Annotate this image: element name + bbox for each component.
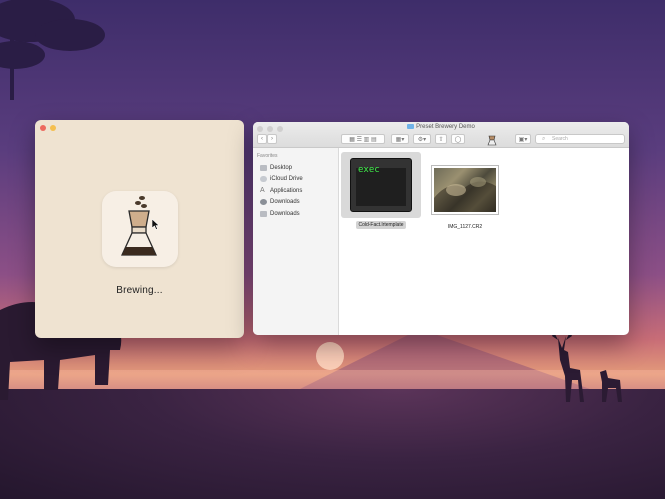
mouse-cursor-icon — [152, 219, 160, 230]
view-switcher[interactable]: ▦ ☰ ▥ ▤ — [341, 134, 385, 144]
downloads-icon — [260, 199, 267, 206]
search-icon: ⌕ — [542, 136, 546, 142]
finder-sidebar: Favorites Desktop iCloud Drive A Applica… — [253, 148, 339, 335]
sidebar-item-label: iCloud Drive — [270, 176, 303, 183]
desktop-icon — [260, 164, 267, 171]
cloud-icon — [260, 176, 267, 183]
minimize-button[interactable] — [50, 125, 56, 131]
tree-silhouette — [0, 0, 105, 100]
brewing-status: Brewing... — [116, 285, 163, 296]
forward-button[interactable]: › — [267, 134, 277, 144]
window-controls — [40, 125, 56, 131]
terminal-dropdown[interactable]: ▣▾ — [515, 134, 531, 144]
finder-toolbar: Preset Brewery Demo ‹ › ▦ ☰ ▥ ▤ ▦▾ ⚙▾ ⇧ … — [253, 122, 629, 148]
folder-icon — [407, 124, 415, 129]
action-button[interactable]: ⚙▾ — [413, 134, 431, 144]
search-input[interactable]: ⌕ Search — [535, 134, 625, 144]
sidebar-item-desktop[interactable]: Desktop — [253, 162, 338, 174]
sidebar-item-label: Downloads — [270, 199, 300, 206]
applications-icon: A — [260, 186, 265, 194]
back-button[interactable]: ‹ — [257, 134, 267, 144]
sidebar-item-icloud-drive[interactable]: iCloud Drive — [253, 174, 338, 186]
sidebar-item-applications[interactable]: A Applications — [253, 185, 338, 197]
photo-thumbnail-icon — [432, 166, 498, 214]
window-title-text: Preset Brewery Demo — [416, 124, 475, 131]
sidebar-heading: Favorites — [257, 153, 278, 159]
sidebar-item-label: Applications — [270, 187, 303, 194]
arrange-button[interactable]: ▦▾ — [391, 134, 409, 144]
close-button[interactable] — [40, 125, 46, 131]
file-thumbnail: exec — [341, 152, 421, 218]
sidebar-item-downloads[interactable]: Downloads — [253, 197, 338, 209]
app-shortcut-icon[interactable] — [487, 133, 497, 146]
coffee-chemex-icon — [102, 191, 178, 267]
sidebar-item-label: Desktop — [270, 164, 293, 171]
folder-icon — [260, 210, 267, 217]
search-placeholder: Search — [552, 136, 568, 142]
window-title: Preset Brewery Demo — [253, 124, 629, 130]
file-item-cold-fact[interactable]: exec Cold-Fact.lrtemplate — [341, 152, 421, 229]
finder-window: Preset Brewery Demo ‹ › ▦ ☰ ▥ ▤ ▦▾ ⚙▾ ⇧ … — [253, 122, 629, 335]
share-button[interactable]: ⇧ — [435, 134, 447, 144]
terminal-exec-text: exec — [358, 165, 380, 175]
brew-app-window: Brewing... — [35, 120, 244, 338]
sidebar-item-label: Downloads — [270, 210, 300, 217]
terminal-exec-icon: exec — [350, 158, 412, 212]
sidebar-item-downloads-folder[interactable]: Downloads — [253, 208, 338, 220]
deer-silhouette — [552, 332, 622, 402]
file-name: Cold-Fact.lrtemplate — [356, 221, 406, 229]
file-name: IMG_1127.CR2 — [447, 224, 483, 230]
file-item-img-1127[interactable]: IMG_1127.CR2 — [429, 166, 501, 231]
tags-button[interactable]: ◯ — [451, 134, 465, 144]
